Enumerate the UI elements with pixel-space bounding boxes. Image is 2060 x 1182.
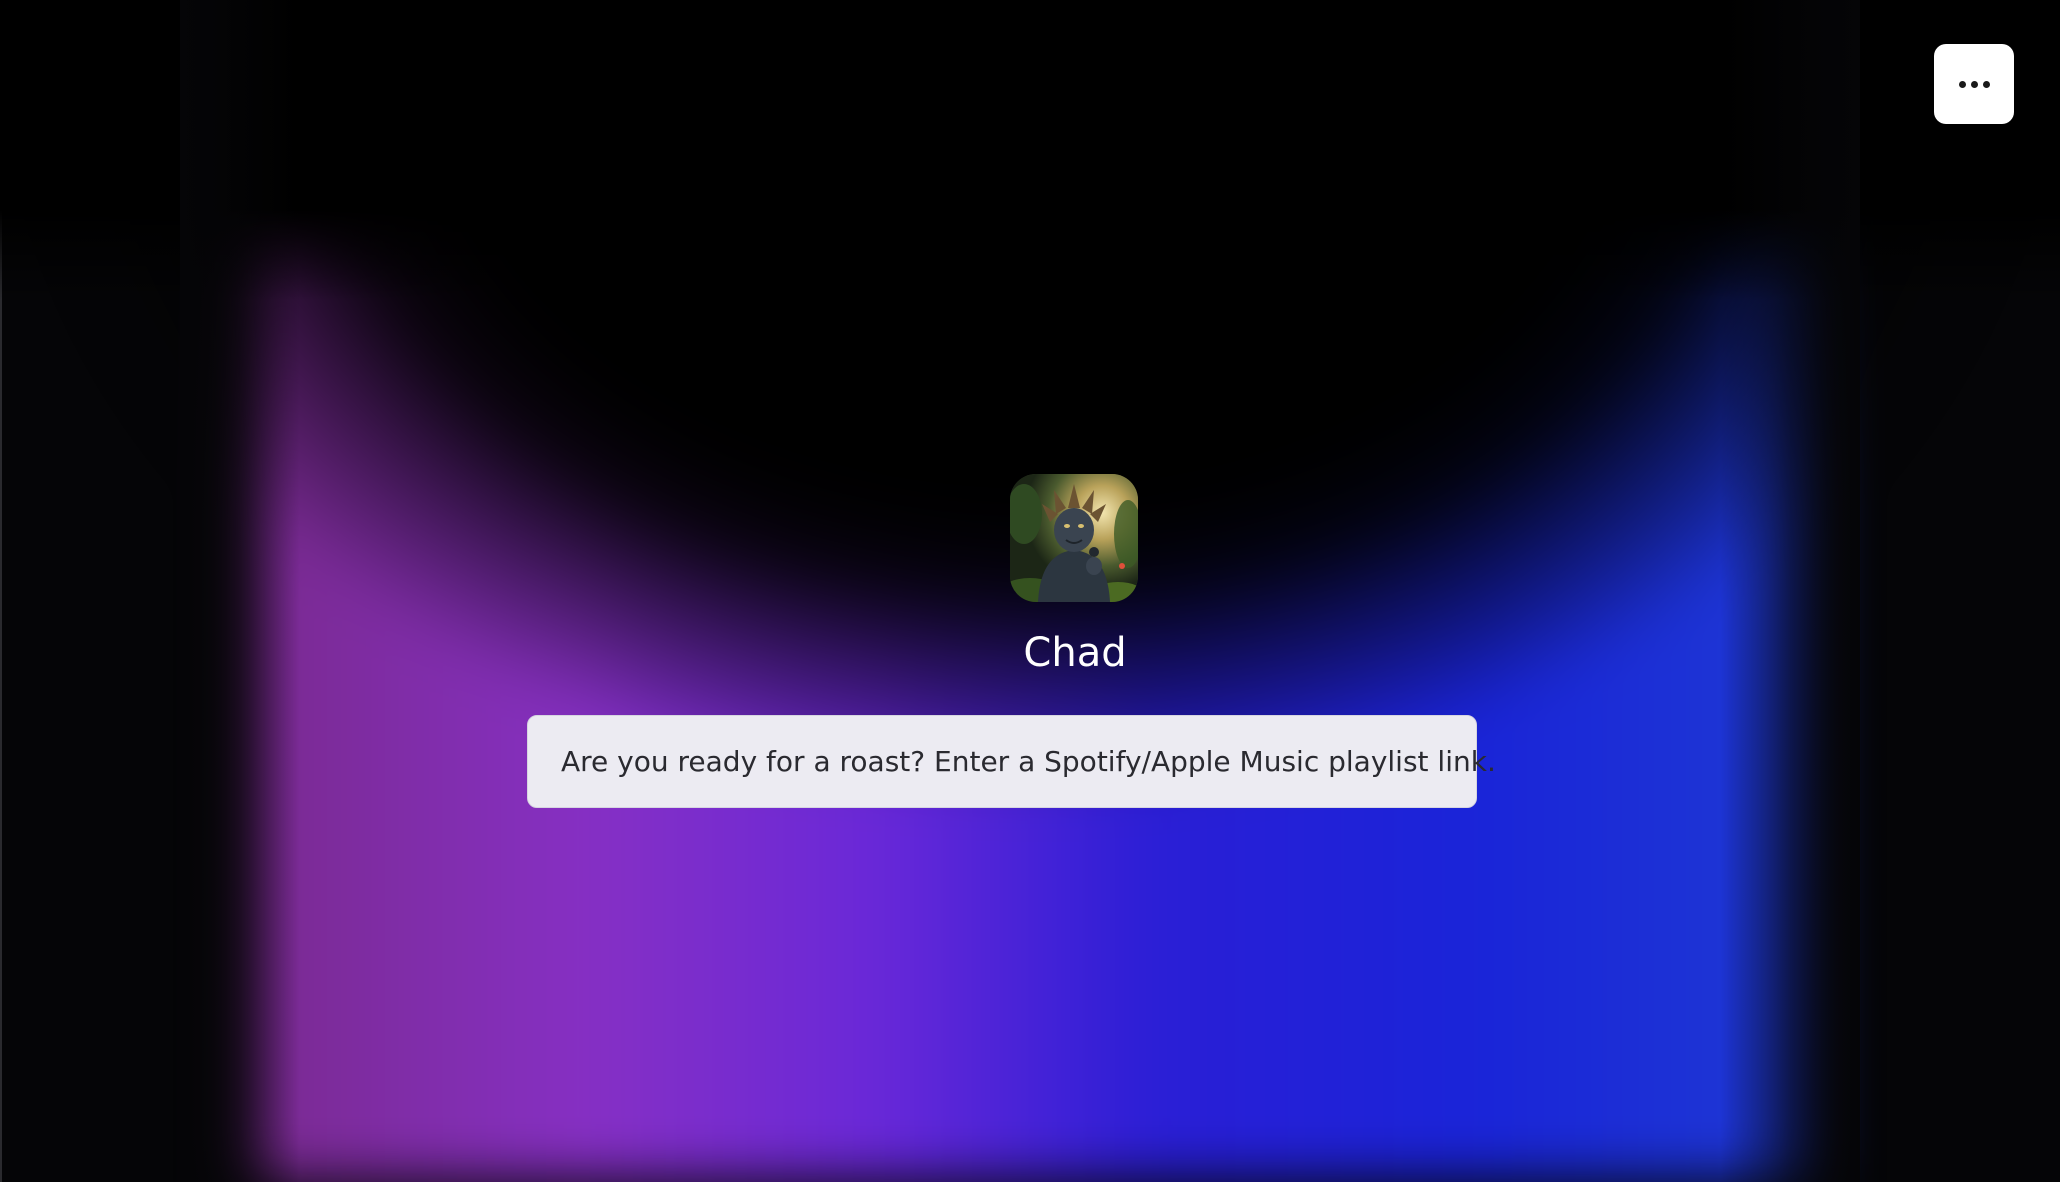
more-horizontal-icon xyxy=(1958,80,1990,88)
agent-name: Chad xyxy=(1023,630,1127,676)
more-options-button[interactable] xyxy=(1934,44,2014,124)
page-root: Chad Are you ready for a roast? Enter a … xyxy=(0,0,2060,1182)
playlist-prompt[interactable]: Are you ready for a roast? Enter a Spoti… xyxy=(527,715,1496,808)
left-fade xyxy=(180,0,300,1182)
prompt-text: Are you ready for a roast? Enter a Spoti… xyxy=(561,745,1496,778)
right-fade xyxy=(1720,0,1860,1182)
jungle-creature-avatar-icon xyxy=(1010,474,1138,602)
agent-avatar xyxy=(1010,474,1138,602)
